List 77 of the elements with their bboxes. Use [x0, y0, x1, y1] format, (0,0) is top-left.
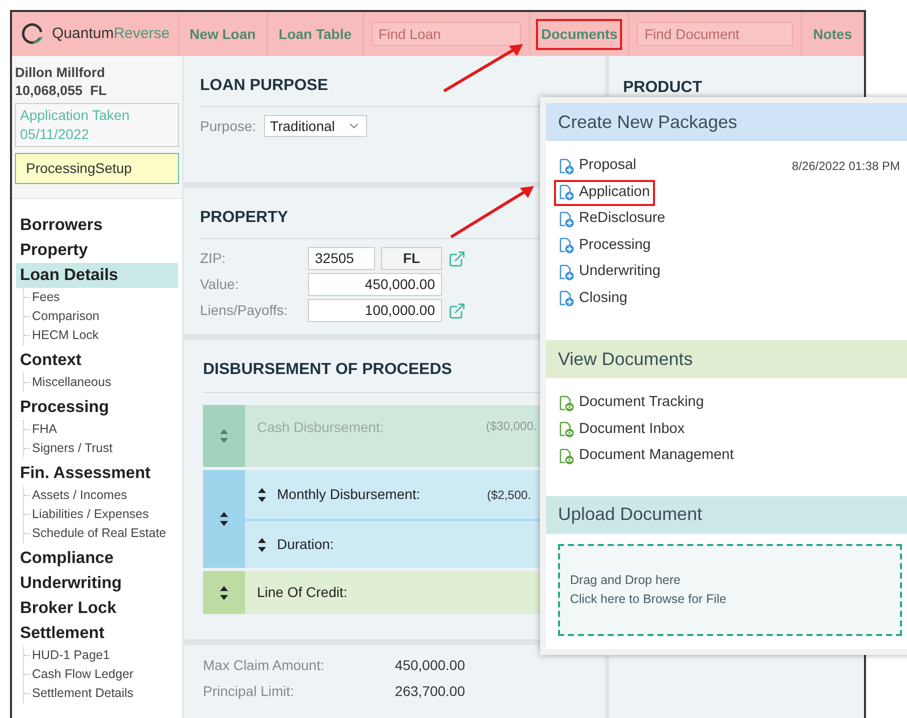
- summary-value: 263,700.00: [394, 682, 465, 701]
- document-link[interactable]: Underwriting: [554, 259, 666, 286]
- field-label: Liens/Payoffs:: [200, 301, 289, 320]
- nav-item[interactable]: Settlement: [16, 621, 178, 646]
- state-field[interactable]: FL: [381, 247, 442, 270]
- nav-subitem[interactable]: Signers / Trust: [30, 439, 113, 458]
- document-add-icon: [559, 237, 575, 254]
- popup-section-header: Create New Packages: [546, 103, 907, 141]
- document-view-icon: [559, 394, 575, 412]
- nav-item[interactable]: Loan Details: [16, 263, 178, 288]
- nav-item[interactable]: Broker Lock: [16, 596, 178, 621]
- nav-subitem[interactable]: FHA: [30, 420, 57, 439]
- document-link[interactable]: Proposal: [554, 153, 642, 180]
- status-date: 05/11/2022: [20, 125, 90, 144]
- nav-subitem[interactable]: Schedule of Real Estate: [30, 524, 166, 543]
- zip-field[interactable]: 32505: [308, 247, 375, 270]
- nav-subitem[interactable]: Comparison: [30, 307, 100, 326]
- document-link[interactable]: Closing: [554, 286, 632, 312]
- nav-subitem[interactable]: Fees: [30, 288, 60, 307]
- document-link[interactable]: Document Inbox: [554, 416, 690, 443]
- timestamp: 8/26/2022 01:38 PM: [792, 158, 901, 176]
- upload-instruction: Click here to Browse for File: [570, 590, 728, 608]
- liens-field[interactable]: 100,000.00: [308, 299, 442, 322]
- disbursement-label: Monthly Disbursement:: [277, 485, 422, 504]
- field-label: Purpose:: [200, 116, 256, 136]
- sort-icon[interactable]: [219, 511, 229, 527]
- search-field[interactable]: Find Loan: [372, 22, 522, 46]
- nav-item[interactable]: Fin. Assessment: [16, 461, 178, 486]
- sort-icon[interactable]: [257, 486, 267, 502]
- popup-section-header: View Documents: [546, 340, 907, 378]
- disbursement-label: Line Of Credit:: [257, 583, 348, 602]
- section-title: PRODUCT: [623, 78, 704, 98]
- nav-subitem[interactable]: Cash Flow Ledger: [30, 665, 134, 684]
- summary-label: Max Claim Amount:: [203, 656, 326, 675]
- document-view-icon: [559, 448, 575, 465]
- loan-number: 10,068,055 FL: [15, 82, 108, 100]
- nav-item[interactable]: Context: [16, 348, 178, 373]
- stage-badge: ProcessingSetup: [15, 153, 179, 184]
- field-label: Value:: [200, 275, 240, 294]
- document-link[interactable]: Document Management: [554, 443, 739, 470]
- nav-subitem[interactable]: Settlement Details: [30, 684, 134, 703]
- nav-subitem[interactable]: Assets / Incomes: [30, 486, 128, 505]
- search-field[interactable]: Find Document: [637, 22, 794, 46]
- nav-item[interactable]: Underwriting: [16, 571, 178, 596]
- document-add-icon: [559, 210, 575, 228]
- nav-item[interactable]: Compliance: [16, 546, 178, 571]
- summary-value: 450,000.00: [394, 656, 465, 675]
- upload-instruction: Drag and Drop here: [570, 572, 682, 589]
- disbursement-amount: ($2,500.: [487, 486, 532, 504]
- popup-section-header: Upload Document: [546, 496, 907, 534]
- document-link[interactable]: Document Tracking: [554, 390, 709, 416]
- nav-subitem[interactable]: Miscellaneous: [30, 373, 112, 392]
- nav-subitem[interactable]: HUD-1 Page1: [30, 646, 110, 665]
- document-add-icon: [559, 158, 575, 175]
- nav-item[interactable]: Borrowers: [16, 213, 178, 238]
- status-label: Application Taken: [20, 106, 130, 125]
- document-link[interactable]: Application: [554, 180, 655, 206]
- disbursement-label: Duration:: [277, 535, 335, 554]
- nav-item[interactable]: Processing: [16, 395, 178, 420]
- field-label: ZIP:: [200, 249, 227, 268]
- sort-icon[interactable]: [219, 584, 229, 600]
- disbursement-amount: ($30,000.: [486, 418, 537, 435]
- nav-item[interactable]: Property: [16, 238, 178, 263]
- nav-subitem[interactable]: Liabilities / Expenses: [30, 505, 149, 524]
- document-add-icon: [559, 184, 575, 202]
- upload-dropzone[interactable]: Drag and Drop here Click here to Browse for File: [558, 544, 902, 636]
- sort-icon[interactable]: [257, 536, 267, 552]
- nav-subitem[interactable]: HECM Lock: [30, 326, 99, 345]
- borrower-name: Dillon Millford: [15, 64, 106, 82]
- purpose-select[interactable]: Traditional: [264, 115, 367, 137]
- document-view-icon: [559, 421, 575, 438]
- document-add-icon: [559, 290, 575, 308]
- logo-icon: [20, 22, 44, 46]
- disbursement-label: Cash Disbursement:: [257, 418, 385, 437]
- document-add-icon: [559, 264, 575, 281]
- summary-label: Principal Limit:: [203, 682, 296, 701]
- value-field[interactable]: 450,000.00: [308, 273, 442, 296]
